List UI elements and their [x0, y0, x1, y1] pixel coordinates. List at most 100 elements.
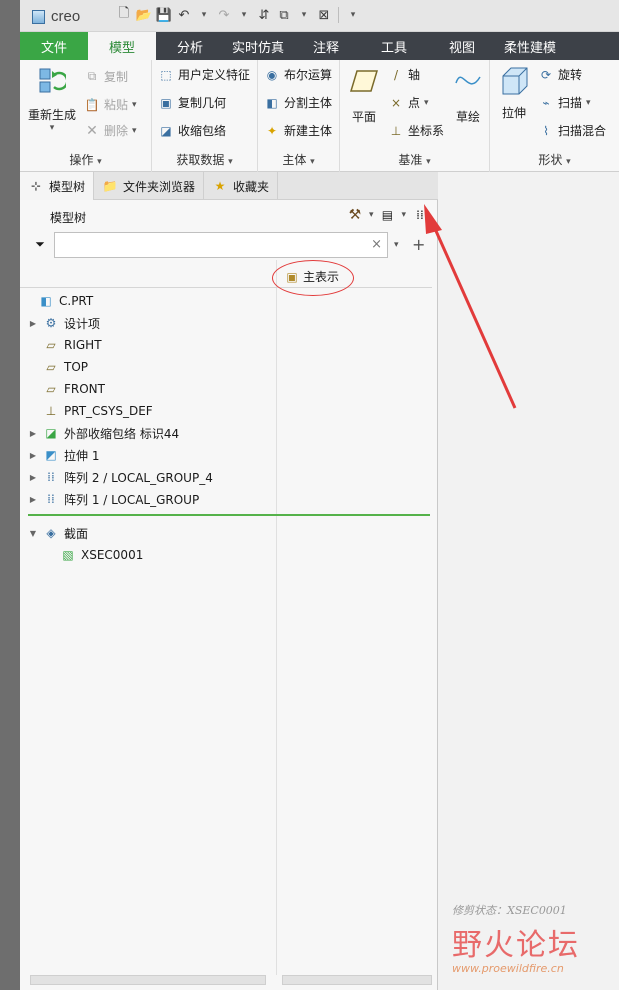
customize-icon[interactable]: ▾ — [345, 7, 361, 23]
tab-favorites[interactable]: ★ 收藏夹 — [204, 172, 279, 200]
tree-node[interactable]: ◧ C.PRT — [20, 290, 276, 312]
plane-button[interactable]: 平面 — [344, 66, 384, 125]
revolve-button[interactable]: ⟳ 旋转 — [538, 66, 582, 83]
tree-node-sections[interactable]: ▼ ◈ 截面 — [20, 522, 276, 544]
new-body-icon: ✦ — [266, 123, 278, 138]
settings-tools-icon[interactable]: ⚒ — [347, 207, 363, 223]
swept-blend-button[interactable]: ⌇ 扫描混合 — [538, 122, 606, 139]
paste-button[interactable]: 📋 粘贴 ▾ — [84, 96, 137, 113]
quick-access-toolbar: 🗋 📂 💾 ↶ ▾ ↷ ▾ ⇵ ⧉ ▾ ⊠ ▾ — [116, 6, 361, 23]
new-icon[interactable]: 🗋 — [116, 6, 132, 23]
tree-scrollbar[interactable] — [30, 975, 266, 985]
sweep-label: 扫描 — [558, 96, 583, 110]
regenerate-button[interactable]: 重新生成 ▾ — [26, 66, 78, 133]
tree-node-xsec[interactable]: ▧ XSEC0001 — [20, 544, 276, 566]
expand-icon[interactable]: ▶ — [28, 495, 38, 504]
group-label-operations[interactable]: 操作 ▾ — [20, 151, 151, 168]
favorites-icon: ★ — [214, 179, 226, 193]
tree-node[interactable]: ▶ ⁞⁞ 阵列 2 / LOCAL_GROUP_4 — [20, 466, 276, 488]
axis-button[interactable]: / 轴 — [388, 66, 420, 83]
point-dropdown-icon[interactable]: ▾ — [424, 98, 429, 108]
sketch-button[interactable]: 草绘 — [448, 66, 488, 125]
show-icon[interactable]: ▤ — [379, 207, 395, 223]
model-tree-title: 模型树 — [50, 211, 87, 225]
udf-button[interactable]: ⬚ 用户定义特征 — [158, 66, 250, 83]
column-divider[interactable] — [276, 260, 277, 975]
tree-node-label: 阵列 1 / LOCAL_GROUP — [64, 492, 200, 507]
tab-annotate[interactable]: 注释 — [292, 32, 360, 60]
extrude-label: 拉伸 — [501, 106, 526, 120]
search-input[interactable]: × — [54, 232, 388, 258]
tree-node[interactable]: ⊥ PRT_CSYS_DEF — [20, 400, 276, 422]
model-tree-icon: ⊹ — [30, 179, 42, 193]
expand-icon[interactable]: ▶ — [28, 429, 38, 438]
tab-folder-browser[interactable]: 📁 文件夹浏览器 — [94, 172, 205, 200]
window-icon[interactable]: ⧉ — [276, 7, 292, 23]
tab-analysis[interactable]: 分析 — [156, 32, 224, 60]
regenerate-dropdown-icon[interactable]: ▾ — [50, 123, 55, 133]
expand-icon[interactable]: ▶ — [28, 319, 38, 328]
app-name: creo — [51, 8, 81, 25]
tree-node-label: 拉伸 1 — [64, 448, 100, 463]
sweep-button[interactable]: ⌁ 扫描 ▾ — [538, 94, 591, 111]
extrude-button[interactable]: 拉伸 — [494, 66, 534, 121]
tree-node-label: RIGHT — [64, 338, 102, 352]
group-label-shapes[interactable]: 形状 ▾ — [490, 151, 619, 168]
group-label-body[interactable]: 主体 ▾ — [258, 151, 339, 168]
tab-tools[interactable]: 工具 — [360, 32, 428, 60]
tab-live-simulation[interactable]: 实时仿真 — [224, 32, 292, 60]
window-dropdown-icon[interactable]: ▾ — [296, 7, 312, 23]
tab-file[interactable]: 文件 — [20, 32, 88, 60]
clear-search-icon[interactable]: × — [371, 237, 382, 252]
shrinkwrap-button[interactable]: ◪ 收缩包络 — [158, 122, 226, 139]
expand-icon[interactable]: ▶ — [28, 451, 38, 460]
undo-icon[interactable]: ↶ — [176, 7, 192, 23]
tree-node[interactable]: ▱ FRONT — [20, 378, 276, 400]
split-body-button[interactable]: ◧ 分割主体 — [264, 94, 332, 111]
redo-dropdown-icon[interactable]: ▾ — [236, 7, 252, 23]
point-button[interactable]: × 点 ▾ — [388, 94, 429, 111]
csys-icon: ⊥ — [45, 404, 57, 418]
datum-plane-icon: ▱ — [46, 360, 56, 374]
settings-dropdown-icon[interactable]: ▾ — [369, 210, 374, 220]
sweep-dropdown-icon[interactable]: ▾ — [586, 98, 591, 108]
close-window-icon[interactable]: ⊠ — [316, 7, 332, 23]
group-label-get-data[interactable]: 获取数据 ▾ — [152, 151, 257, 168]
regenerate-label: 重新生成 — [27, 108, 76, 122]
sketch-label: 草绘 — [455, 110, 480, 124]
new-body-button[interactable]: ✦ 新建主体 — [264, 122, 332, 139]
tree-node[interactable]: ▶ ⚙ 设计项 — [20, 312, 276, 334]
swept-blend-label: 扫描混合 — [558, 124, 607, 138]
open-icon[interactable]: 📂 — [136, 7, 152, 23]
tab-model[interactable]: 模型 — [88, 32, 156, 60]
tree-node[interactable]: ▶ ◪ 外部收缩包络 标识44 — [20, 422, 276, 444]
swept-blend-icon: ⌇ — [543, 123, 549, 138]
section-folder-icon: ◈ — [46, 526, 56, 540]
delete-dropdown-icon[interactable]: ▾ — [132, 126, 137, 136]
collapse-icon[interactable]: ▼ — [28, 529, 38, 538]
csys-button[interactable]: ⊥ 坐标系 — [388, 122, 444, 139]
regenerate-icon[interactable]: ⇵ — [256, 7, 272, 23]
search-dropdown-icon[interactable]: ▾ — [394, 240, 399, 250]
tab-view[interactable]: 视图 — [428, 32, 496, 60]
tab-model-tree[interactable]: ⊹ 模型树 — [20, 172, 95, 200]
tree-node[interactable]: ▱ TOP — [20, 356, 276, 378]
filter-row: ⏷ × ▾ + — [20, 230, 438, 260]
expand-icon[interactable]: ▶ — [28, 473, 38, 482]
column-scrollbar[interactable] — [282, 975, 432, 985]
undo-dropdown-icon[interactable]: ▾ — [196, 7, 212, 23]
tab-flexible-modeling[interactable]: 柔性建模 — [496, 32, 556, 60]
tree-node[interactable]: ▶ ◩ 拉伸 1 — [20, 444, 276, 466]
tree-node[interactable]: ▶ ⁞⁞ 阵列 1 / LOCAL_GROUP — [20, 488, 276, 510]
redo-icon[interactable]: ↷ — [216, 7, 232, 23]
filter-icon[interactable]: ⏷ — [32, 236, 48, 252]
group-label-datum[interactable]: 基准 ▾ — [340, 151, 489, 168]
copy-button[interactable]: ⧉ 复制 — [84, 68, 128, 85]
copy-geometry-button[interactable]: ▣ 复制几何 — [158, 94, 226, 111]
tree-node[interactable]: ▱ RIGHT — [20, 334, 276, 356]
paste-dropdown-icon[interactable]: ▾ — [132, 100, 137, 110]
delete-button[interactable]: ✕ 删除 ▾ — [84, 122, 137, 139]
show-dropdown-icon[interactable]: ▾ — [401, 210, 406, 220]
boolean-button[interactable]: ◉ 布尔运算 — [264, 66, 332, 83]
save-icon[interactable]: 💾 — [156, 7, 172, 23]
